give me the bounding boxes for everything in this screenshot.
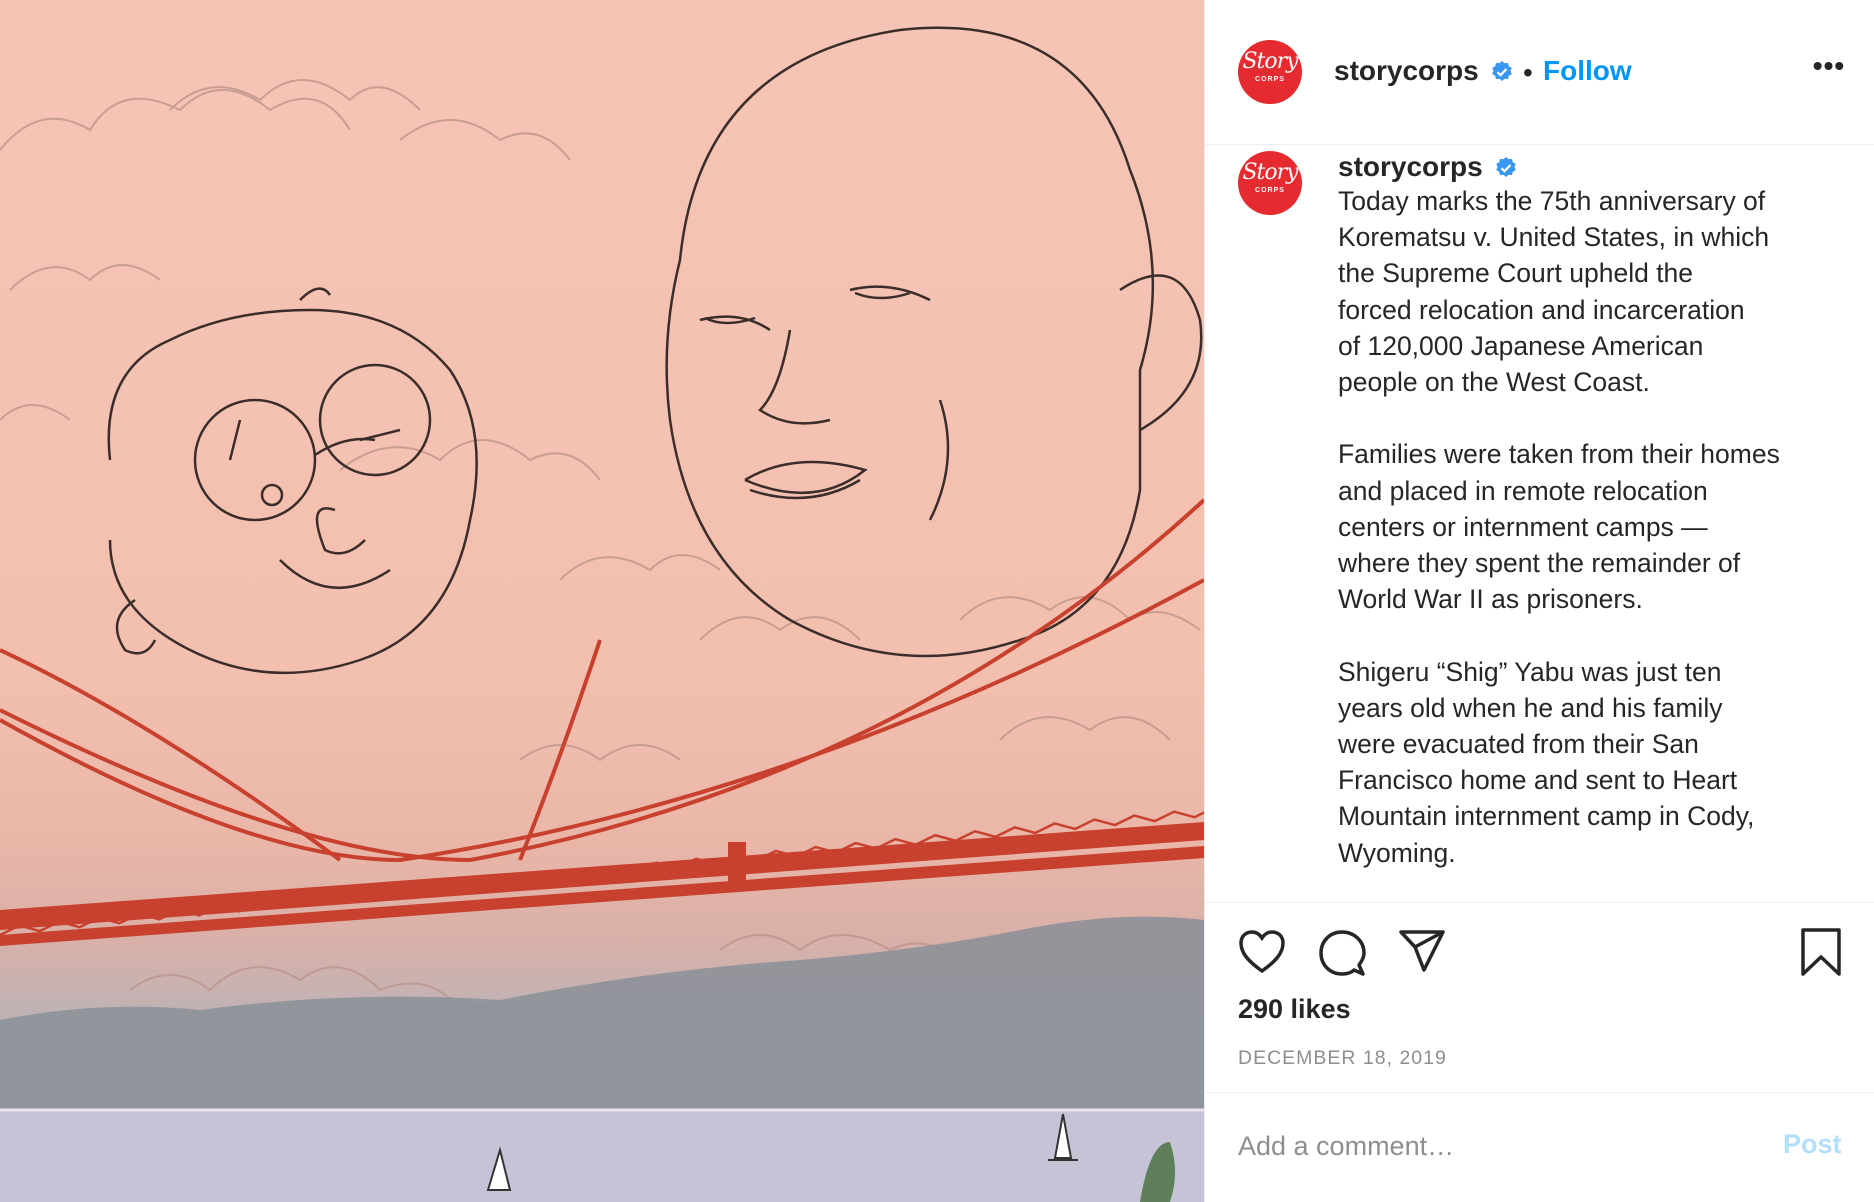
account-avatar[interactable]: Story CORPS xyxy=(1238,40,1302,104)
post-side-panel: Story CORPS storycorps • Follow ••• Stor… xyxy=(1204,0,1874,1202)
more-options-icon[interactable]: ••• xyxy=(1809,52,1849,88)
header-username[interactable]: storycorps xyxy=(1334,55,1479,87)
verified-badge-icon xyxy=(1496,157,1516,177)
likes-count[interactable]: 290 likes xyxy=(1238,993,1351,1025)
post-header: Story CORPS storycorps • Follow ••• xyxy=(1205,0,1874,145)
logo-text: Story xyxy=(1242,160,1298,185)
post-comment-button[interactable]: Post xyxy=(1783,1129,1842,1160)
comment-input[interactable] xyxy=(1238,1124,1758,1168)
bookmark-icon[interactable] xyxy=(1800,927,1842,977)
post-actions: 290 likes DECEMBER 18, 2019 xyxy=(1205,903,1874,1093)
verified-badge-icon xyxy=(1492,61,1512,81)
caption-avatar[interactable]: Story CORPS xyxy=(1238,151,1302,215)
illustration xyxy=(0,26,1204,1202)
heart-icon[interactable] xyxy=(1238,929,1286,975)
bridge-cables xyxy=(0,498,1204,863)
header-separator: • xyxy=(1523,57,1533,88)
caption-section: Story CORPS storycorps Today marks the 7… xyxy=(1205,145,1874,903)
caption-username[interactable]: storycorps xyxy=(1338,151,1483,183)
child-face xyxy=(107,287,478,675)
post-date: DECEMBER 18, 2019 xyxy=(1238,1047,1447,1069)
bridge-deck xyxy=(0,798,1204,946)
follow-button[interactable]: Follow xyxy=(1543,55,1632,87)
logo-subtext: CORPS xyxy=(1255,187,1285,194)
post-image[interactable] xyxy=(0,0,1204,1202)
logo-subtext: CORPS xyxy=(1255,76,1285,83)
comment-icon[interactable] xyxy=(1318,929,1366,977)
water xyxy=(0,1110,1204,1202)
hills xyxy=(0,916,1204,1140)
logo-text: Story xyxy=(1242,49,1298,74)
man-face xyxy=(665,26,1203,658)
caption-text: Today marks the 75th anniversary of Kore… xyxy=(1338,186,1780,868)
share-icon[interactable] xyxy=(1398,929,1446,973)
